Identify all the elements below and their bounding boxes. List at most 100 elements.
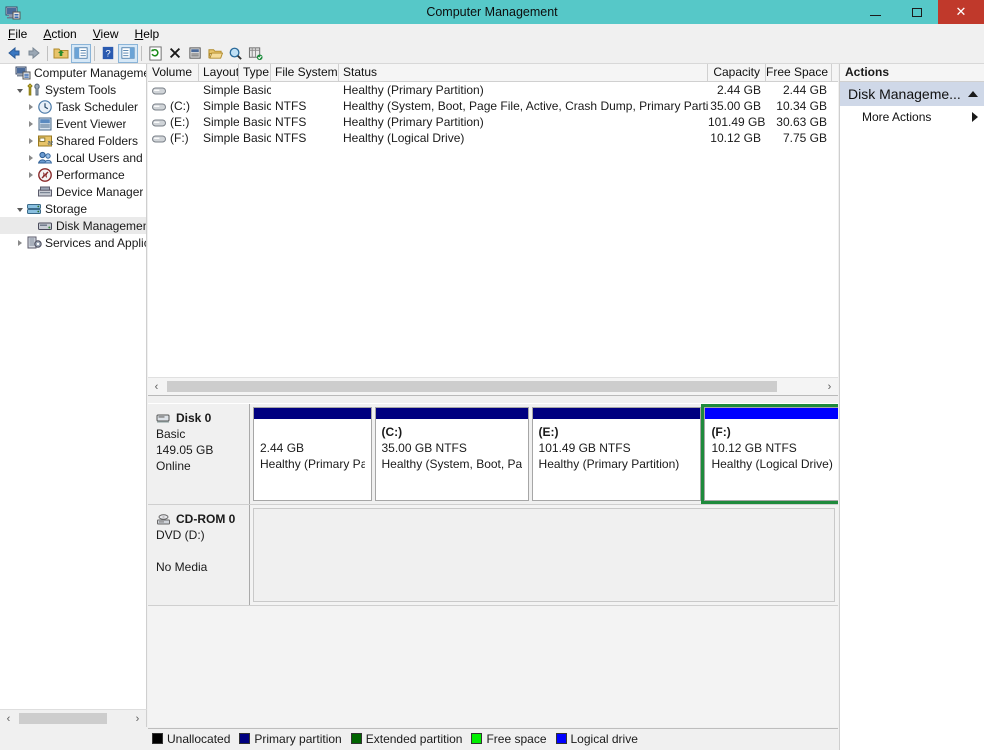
chevron-up-icon[interactable] bbox=[968, 91, 978, 97]
volume-drive-icon bbox=[152, 117, 166, 127]
tree-horizontal-scrollbar[interactable]: ‹ › bbox=[0, 709, 147, 727]
actions-group-disk-management[interactable]: Disk Manageme... bbox=[840, 82, 984, 106]
pane-splitter[interactable] bbox=[148, 395, 838, 403]
refresh-icon[interactable] bbox=[145, 44, 165, 63]
tree-item-system-tools[interactable]: System Tools bbox=[0, 81, 146, 98]
volume-cell-type: Basic bbox=[243, 115, 271, 129]
actions-pane-header: Actions bbox=[840, 64, 984, 82]
list-scroll-track[interactable] bbox=[165, 378, 821, 395]
volume-list[interactable]: Volume Layout Type File System Status Capacit… bbox=[148, 64, 838, 377]
volume-row[interactable]: (E:) Simple Basic NTFS Healthy (Primary Part… bbox=[148, 114, 838, 130]
show-hide-console-tree-icon[interactable] bbox=[71, 43, 91, 63]
partition-status: Healthy (Logical Drive) bbox=[711, 457, 833, 471]
show-hide-action-pane-icon[interactable] bbox=[118, 43, 138, 63]
partition-f[interactable]: (F:) 10.12 GB NTFS Healthy (Logical Drive) bbox=[701, 404, 838, 504]
menu-file[interactable]: File bbox=[0, 25, 35, 43]
volume-column-header-file-system[interactable]: File System bbox=[271, 64, 339, 81]
volume-row[interactable]: Simple Basic Healthy (Primary Partition) 2.… bbox=[148, 82, 838, 98]
legend-item-free-space: Free space bbox=[471, 732, 547, 746]
volume-row[interactable]: (C:) Simple Basic NTFS Healthy (System, Boot… bbox=[148, 98, 838, 114]
forward-icon[interactable] bbox=[24, 44, 44, 63]
tree-scroll-right-button[interactable]: › bbox=[129, 710, 146, 727]
list-scroll-right-button[interactable]: › bbox=[821, 378, 838, 395]
console-tree[interactable]: Computer Management System Tools Task Sche… bbox=[0, 64, 147, 709]
twisty-expanded-icon[interactable] bbox=[13, 81, 26, 98]
menu-view[interactable]: View bbox=[85, 25, 127, 43]
volume-cell-capacity: 101.49 GB bbox=[708, 115, 766, 129]
volume-list-body[interactable]: Simple Basic Healthy (Primary Partition) 2.… bbox=[148, 82, 838, 146]
disk-info-panel[interactable]: Disk 0 Basic 149.05 GB Online bbox=[148, 404, 250, 504]
disk-row-cd-rom-0[interactable]: CD-ROM 0 DVD (D:) No Media bbox=[148, 505, 838, 606]
rescan-disks-icon[interactable] bbox=[225, 44, 245, 63]
tree-item-storage[interactable]: Storage bbox=[0, 200, 146, 217]
tree-item-local-users-and-gro[interactable]: Local Users and Gro bbox=[0, 149, 146, 166]
twisty-collapsed-icon[interactable] bbox=[24, 115, 37, 132]
menu-action[interactable]: Action bbox=[35, 25, 84, 43]
tree-item-task-scheduler[interactable]: Task Scheduler bbox=[0, 98, 146, 115]
toolbar-separator-3 bbox=[141, 45, 142, 61]
partition-unnamed[interactable]: 2.44 GB Healthy (Primary Par bbox=[253, 407, 372, 501]
twisty-collapsed-icon[interactable] bbox=[24, 98, 37, 115]
tree-item-performance[interactable]: N Performance bbox=[0, 166, 146, 183]
up-folder-icon[interactable] bbox=[51, 44, 71, 63]
list-scroll-thumb[interactable] bbox=[167, 381, 777, 392]
twisty-collapsed-icon[interactable] bbox=[24, 132, 37, 149]
tree-item-device-manager[interactable]: Device Manager bbox=[0, 183, 146, 200]
twisty-collapsed-icon[interactable] bbox=[24, 149, 37, 166]
volume-list-horizontal-scrollbar[interactable]: ‹ › bbox=[148, 377, 838, 395]
partition-e[interactable]: (E:) 101.49 GB NTFS Healthy (Primary Parti… bbox=[531, 407, 702, 501]
tree-item-label: Event Viewer bbox=[56, 116, 127, 131]
tree-item-event-viewer[interactable]: Event Viewer bbox=[0, 115, 146, 132]
twisty-expanded-icon[interactable] bbox=[13, 200, 26, 217]
menu-help[interactable]: Help bbox=[127, 25, 168, 43]
tree-scroll-thumb[interactable] bbox=[19, 713, 107, 724]
tree-item-label: Shared Folders bbox=[56, 133, 139, 148]
disk-type: DVD (D:) bbox=[156, 528, 205, 542]
close-button[interactable]: ✕ bbox=[938, 0, 984, 24]
legend-item-extended-partition: Extended partition bbox=[350, 732, 462, 746]
tree-bottom-filler bbox=[0, 728, 148, 750]
twisty-collapsed-icon[interactable] bbox=[13, 234, 26, 251]
tree-scroll-track[interactable] bbox=[17, 710, 129, 727]
disk-title: CD-ROM 0 bbox=[156, 511, 243, 527]
tree-item-services-and-applicat[interactable]: Services and Applicat bbox=[0, 234, 146, 251]
list-scroll-left-button[interactable]: ‹ bbox=[148, 378, 165, 395]
tree-item-label: Local Users and Gro bbox=[56, 150, 146, 165]
disk-info-panel[interactable]: CD-ROM 0 DVD (D:) No Media bbox=[148, 505, 250, 605]
tree-item-label: Storage bbox=[45, 201, 88, 216]
twisty-collapsed-icon[interactable] bbox=[24, 166, 37, 183]
legend-label: Logical drive bbox=[570, 731, 638, 746]
volume-column-header-status[interactable]: Status bbox=[339, 64, 708, 81]
tree-scroll-left-button[interactable]: ‹ bbox=[0, 710, 17, 727]
disk-row-disk-0[interactable]: Disk 0 Basic 149.05 GB Online 2.44 GB Health… bbox=[148, 404, 838, 505]
restore-button[interactable] bbox=[896, 0, 938, 24]
volume-column-header-layout[interactable]: Layout bbox=[199, 64, 239, 81]
open-folder-icon[interactable] bbox=[205, 44, 225, 63]
cdrom-icon bbox=[156, 512, 171, 526]
window-controls: ✕ bbox=[854, 0, 984, 24]
volume-cell-type: Basic bbox=[243, 83, 271, 97]
disk-graphical-view[interactable]: Disk 0 Basic 149.05 GB Online 2.44 GB Health… bbox=[148, 403, 838, 727]
volume-column-header-capacity[interactable]: Capacity bbox=[708, 64, 766, 81]
partition-size: 2.44 GB bbox=[260, 441, 305, 455]
export-list-icon[interactable] bbox=[245, 44, 265, 63]
tree-item-disk-management[interactable]: Disk Management bbox=[0, 217, 146, 234]
cdrom-empty-area[interactable] bbox=[253, 508, 835, 602]
window-titlebar[interactable]: Computer Management ✕ bbox=[0, 0, 984, 24]
partition-c[interactable]: (C:) 35.00 GB NTFS Healthy (System, Boot, … bbox=[374, 407, 529, 501]
volume-column-header-type[interactable]: Type bbox=[239, 64, 271, 81]
properties-icon[interactable] bbox=[185, 44, 205, 63]
tree-item-shared-folders[interactable]: aaShared Folders bbox=[0, 132, 146, 149]
event-viewer-icon bbox=[37, 116, 53, 132]
actions-item-more-actions[interactable]: More Actions bbox=[840, 106, 984, 128]
back-icon[interactable] bbox=[4, 44, 24, 63]
delete-icon[interactable] bbox=[165, 44, 185, 63]
volume-column-header-free-space[interactable]: Free Space bbox=[766, 64, 832, 81]
volume-list-header[interactable]: Volume Layout Type File System Status Capacit… bbox=[148, 64, 838, 82]
center-pane: Volume Layout Type File System Status Capacit… bbox=[148, 64, 838, 727]
tree-item-computer-management[interactable]: Computer Management bbox=[0, 64, 146, 81]
volume-row[interactable]: (F:) Simple Basic NTFS Healthy (Logical Driv… bbox=[148, 130, 838, 146]
volume-column-header-volume[interactable]: Volume bbox=[148, 64, 199, 81]
minimize-button[interactable] bbox=[854, 0, 896, 24]
help-icon[interactable]: ? bbox=[98, 44, 118, 63]
